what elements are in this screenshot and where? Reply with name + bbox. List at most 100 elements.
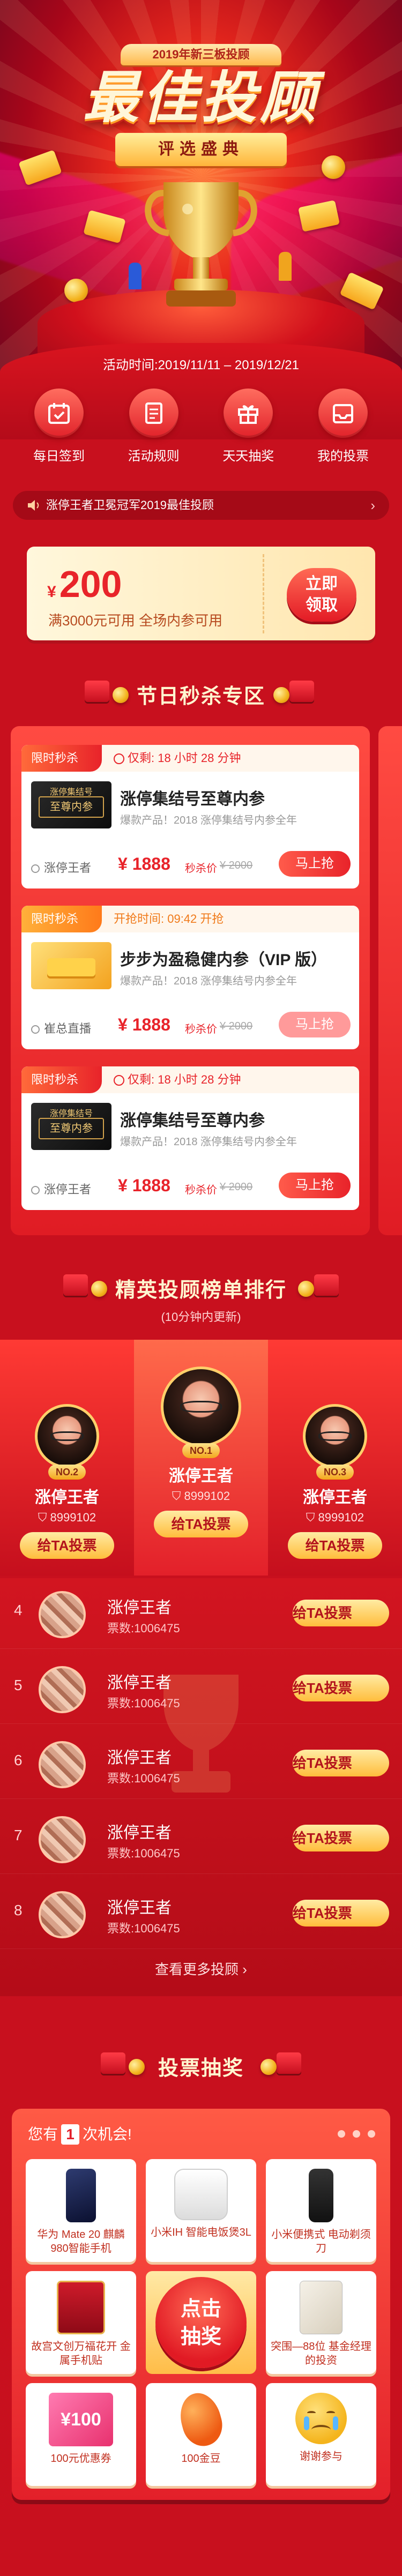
vote-button[interactable]: 给TA投票 (288, 1532, 382, 1559)
prize-item: 故宫文创万福花开 金属手机贴 (26, 2271, 136, 2374)
vote-count: 票数:1006475 (107, 1772, 180, 1785)
ranking-row[interactable]: 4 涨停王者 票数:1006475 给TA投票 (0, 1578, 402, 1649)
gift-box-icon (277, 2052, 301, 2074)
glasses-icon (50, 1431, 84, 1441)
buy-now-button[interactable]: 马上抢 (279, 1173, 351, 1198)
prize-item: 小米便携式 电动剃须刀 (266, 2159, 376, 2262)
ranking-row[interactable]: 7 涨停王者 票数:1006475 给TA投票 (0, 1803, 402, 1874)
advisor-name: 涨停王者 (107, 1674, 172, 1692)
claim-coupon-button[interactable]: 立即 领取 (287, 568, 356, 622)
shield-icon: ⛉ (306, 1511, 318, 1524)
prize-label: 小米IH 智能电饭煲3L (151, 2227, 251, 2238)
prize-label: 100金豆 (181, 2453, 221, 2465)
product-title[interactable]: 涨停集结号至尊内参 (120, 786, 265, 809)
prize-label: 100元优惠券 (50, 2453, 111, 2465)
flash-tag: 限时秒杀 (21, 906, 102, 932)
nav-my-votes[interactable]: 我的投票 (306, 389, 381, 480)
vote-button[interactable]: 给TA投票 (293, 1675, 389, 1701)
speaker-icon (28, 500, 39, 511)
flash-sale-card[interactable]: 限时秒杀 仅剩: 18 小时 28 分钟 涨停集结号 至尊内参 涨停集结号至尊内… (21, 745, 359, 888)
vote-button[interactable]: 给TA投票 (293, 1825, 389, 1851)
draw-button-face: 点击 抽奖 (155, 2277, 247, 2368)
ranking-list: 4 涨停王者 票数:1006475 给TA投票 5 涨停王者 票数:100647… (0, 1578, 402, 1996)
flash-sale-next-panel[interactable] (378, 726, 402, 1235)
draw-button[interactable]: 点击 抽奖 (146, 2271, 256, 2374)
inbox-icon (318, 389, 368, 438)
rank-badge: NO.1 (182, 1443, 220, 1458)
avatar[interactable] (39, 1891, 86, 1938)
price-label: 秒杀价 (185, 1184, 217, 1196)
price: ¥ 1888 (118, 1015, 170, 1034)
coupon-amount: ¥200 (47, 563, 122, 614)
ranking-row[interactable]: 6 涨停王者 票数:1006475 给TA投票 (0, 1728, 402, 1799)
seller-name: 涨停王者 (44, 1183, 92, 1196)
product-thumbnail[interactable] (31, 942, 111, 989)
avatar[interactable] (35, 1404, 99, 1468)
avatar[interactable] (161, 1367, 241, 1447)
coin-icon (273, 687, 289, 703)
nav-label: 每日签到 (33, 449, 85, 464)
advisor-name: 涨停王者 (107, 1824, 172, 1842)
book-icon (300, 2281, 343, 2334)
buy-now-button[interactable]: 马上抢 (279, 851, 351, 877)
price: ¥ 1888 (118, 1176, 170, 1195)
vote-button[interactable]: 给TA投票 (154, 1511, 248, 1537)
ranking-subtitle: (10分钟内更新) (161, 1310, 241, 1324)
avatar[interactable] (39, 1591, 86, 1638)
claim-line1: 立即 (306, 575, 338, 593)
thumb-text: 至尊内参 (39, 1118, 104, 1139)
clock-icon (114, 753, 124, 764)
ranking-row[interactable]: 8 涨停王者 票数:1006475 给TA投票 (0, 1878, 402, 1949)
rank-number: 5 (14, 1677, 23, 1693)
countdown-text: 仅剩: 18 小时 28 分钟 (128, 751, 241, 765)
price-label: 秒杀价 (185, 863, 217, 875)
product-desc: 爆款产品！2018 涨停集结号内参全年 (120, 975, 297, 987)
shield-icon: ⛉ (172, 1489, 184, 1503)
vote-button[interactable]: 给TA投票 (293, 1600, 389, 1626)
thumb-text: 至尊内参 (39, 796, 104, 818)
vote-count: 票数:1006475 (107, 1922, 180, 1935)
product-title[interactable]: 涨停集结号至尊内参 (120, 1107, 265, 1131)
nav-rules[interactable]: 活动规则 (116, 389, 191, 480)
prize-item: 华为 Mate 20 麒麟980智能手机 (26, 2159, 136, 2262)
flash-sale-card[interactable]: 限时秒杀 开抢时间: 09:42 开抢 步步为盈稳健内参（VIP 版） 爆款产品… (21, 906, 359, 1049)
avatar[interactable] (39, 1741, 86, 1788)
countdown-text: 仅剩: 18 小时 28 分钟 (128, 1073, 241, 1086)
decor-dots (330, 2130, 375, 2140)
flash-sale-title: 节日秒杀专区 (136, 685, 265, 708)
shield-icon: ⛉ (38, 1511, 50, 1524)
seller: 涨停王者 (31, 858, 91, 876)
product-thumbnail[interactable]: 涨停集结号 至尊内参 (31, 781, 111, 828)
user-icon (31, 1186, 40, 1194)
figure-icon (279, 252, 292, 281)
thumb-header: 涨停集结号 (49, 788, 93, 797)
vote-button[interactable]: 给TA投票 (293, 1900, 389, 1927)
avatar[interactable] (39, 1816, 86, 1863)
view-more-link[interactable]: 查看更多投顾 › (0, 1959, 402, 1978)
advisor-name: 涨停王者 (35, 1489, 99, 1506)
vote-count: ⛉ 8999102 (134, 1489, 268, 1503)
nav-label: 我的投票 (317, 449, 369, 464)
prize-item: 小米IH 智能电饭煲3L (146, 2159, 256, 2262)
prize-item: 100金豆 (146, 2383, 256, 2486)
coupon-currency: ¥ (47, 583, 56, 601)
product-title[interactable]: 步步为盈稳健内参（VIP 版） (120, 946, 327, 970)
avatar[interactable] (39, 1666, 86, 1713)
product-thumbnail[interactable]: 涨停集结号 至尊内参 (31, 1103, 111, 1150)
rank-badge: NO.2 (48, 1465, 86, 1480)
page-footer (0, 2508, 402, 2576)
avatar[interactable] (303, 1404, 367, 1468)
buy-now-button[interactable]: 马上抢 (279, 1012, 351, 1037)
vote-button[interactable]: 给TA投票 (293, 1750, 389, 1776)
vote-button[interactable]: 给TA投票 (20, 1532, 114, 1559)
nav-daily-checkin[interactable]: 每日签到 (21, 389, 96, 480)
rank-badge: NO.3 (316, 1465, 354, 1480)
vote-count-value: 8999102 (318, 1511, 364, 1524)
flash-sale-card[interactable]: 限时秒杀 仅剩: 18 小时 28 分钟 涨停集结号 至尊内参 涨停集结号至尊内… (21, 1066, 359, 1210)
coin-icon (298, 1281, 314, 1297)
prize-label: 小米便携式 电动剃须刀 (271, 2229, 371, 2254)
nav-daily-lottery[interactable]: 天天抽奖 (211, 389, 286, 480)
ranking-row[interactable]: 5 涨停王者 票数:1006475 给TA投票 (0, 1653, 402, 1724)
chance-prefix: 您有 (28, 2126, 58, 2142)
notice-bar[interactable]: 涨停王者卫冕冠军2019最佳投顾 › (13, 491, 389, 520)
